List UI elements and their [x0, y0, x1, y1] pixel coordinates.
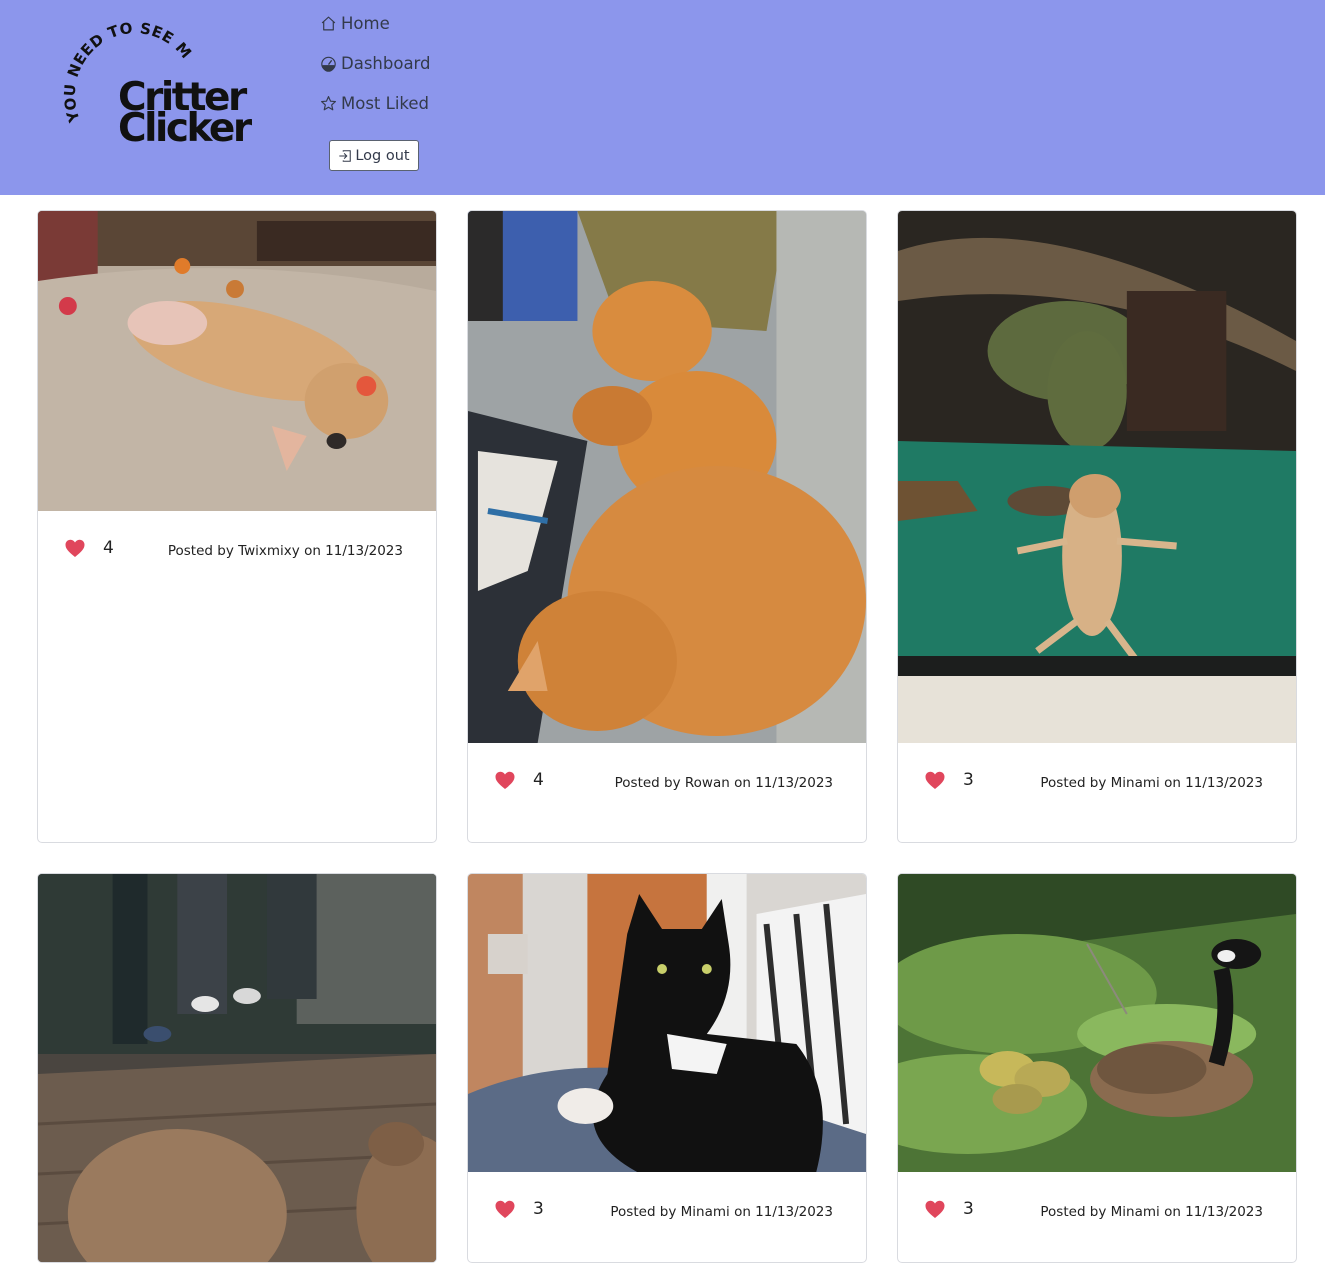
post-card: 3 Posted by Minami on 11/13/2023	[467, 873, 867, 1263]
post-card: 3 Posted by Minami on 11/13/2023	[897, 210, 1297, 843]
post-image[interactable]	[38, 874, 436, 1262]
capybara-photo	[38, 874, 436, 1262]
heart-icon	[495, 1200, 515, 1218]
tuxedo-cat-photo	[468, 874, 866, 1172]
like-button[interactable]: 4	[65, 538, 114, 558]
goose-photo	[898, 874, 1296, 1172]
post-image[interactable]	[38, 211, 436, 511]
post-footer: 3 Posted by Minami on 11/13/2023	[898, 1172, 1296, 1252]
like-button[interactable]: 3	[925, 770, 974, 790]
logo-name-line2: Clicker	[118, 106, 252, 151]
logo-name: Critter Clicker	[118, 78, 252, 148]
post-card: 4 Posted by Twixmixy on 11/13/2023	[37, 210, 437, 843]
post-image[interactable]	[898, 874, 1296, 1172]
heart-icon	[65, 539, 85, 557]
like-button[interactable]: 3	[925, 1199, 974, 1219]
like-count: 4	[103, 538, 114, 558]
speedometer-icon	[321, 56, 336, 72]
house-icon	[321, 16, 336, 30]
dog-photo	[38, 211, 436, 511]
post-card: 4 Posted by Rowan on 11/13/2023	[467, 210, 867, 843]
logout-label: Log out	[355, 147, 410, 164]
nav-dashboard-label: Dashboard	[341, 53, 431, 73]
like-count: 3	[963, 1199, 974, 1219]
nav-most-liked-label: Most Liked	[341, 93, 430, 113]
post-footer: 3 Posted by Minami on 11/13/2023	[468, 1172, 866, 1252]
critter-clicker-logo[interactable]: YOU NEED TO SEE MY PET Critter Clicker	[58, 20, 273, 165]
like-count: 3	[963, 770, 974, 790]
heart-icon	[495, 771, 515, 789]
nav-most-liked[interactable]: Most Liked	[320, 92, 431, 114]
posted-by-text: Posted by Minami on 11/13/2023	[1040, 1204, 1263, 1220]
post-footer: 4 Posted by Rowan on 11/13/2023	[468, 743, 866, 823]
like-count: 3	[533, 1199, 544, 1219]
heart-icon	[925, 1200, 945, 1218]
post-footer: 4 Posted by Twixmixy on 11/13/2023	[38, 511, 436, 591]
cats-photo	[468, 211, 866, 743]
posted-by-text: Posted by Minami on 11/13/2023	[610, 1204, 833, 1220]
nav-home-label: Home	[341, 13, 390, 33]
lizard-photo	[898, 211, 1296, 743]
heart-icon	[925, 771, 945, 789]
nav-home[interactable]: Home	[320, 12, 431, 34]
box-arrow-in-icon	[339, 149, 352, 162]
posted-by-text: Posted by Minami on 11/13/2023	[1040, 775, 1263, 791]
main-nav: Home Dashboard Most Liked	[320, 12, 431, 132]
posted-by-text: Posted by Rowan on 11/13/2023	[614, 775, 833, 791]
post-footer: 3 Posted by Minami on 11/13/2023	[898, 743, 1296, 823]
post-image[interactable]	[898, 211, 1296, 743]
post-card	[37, 873, 437, 1263]
posted-by-text: Posted by Twixmixy on 11/13/2023	[167, 543, 403, 559]
like-count: 4	[533, 770, 544, 790]
like-button[interactable]: 3	[495, 1199, 544, 1219]
post-card: 3 Posted by Minami on 11/13/2023	[897, 873, 1297, 1263]
star-icon	[321, 95, 336, 110]
post-image[interactable]	[468, 874, 866, 1172]
post-image[interactable]	[468, 211, 866, 743]
nav-dashboard[interactable]: Dashboard	[320, 52, 431, 74]
like-button[interactable]: 4	[495, 770, 544, 790]
logout-button[interactable]: Log out	[329, 140, 419, 171]
site-header: YOU NEED TO SEE MY PET Critter Clicker H…	[0, 0, 1325, 195]
